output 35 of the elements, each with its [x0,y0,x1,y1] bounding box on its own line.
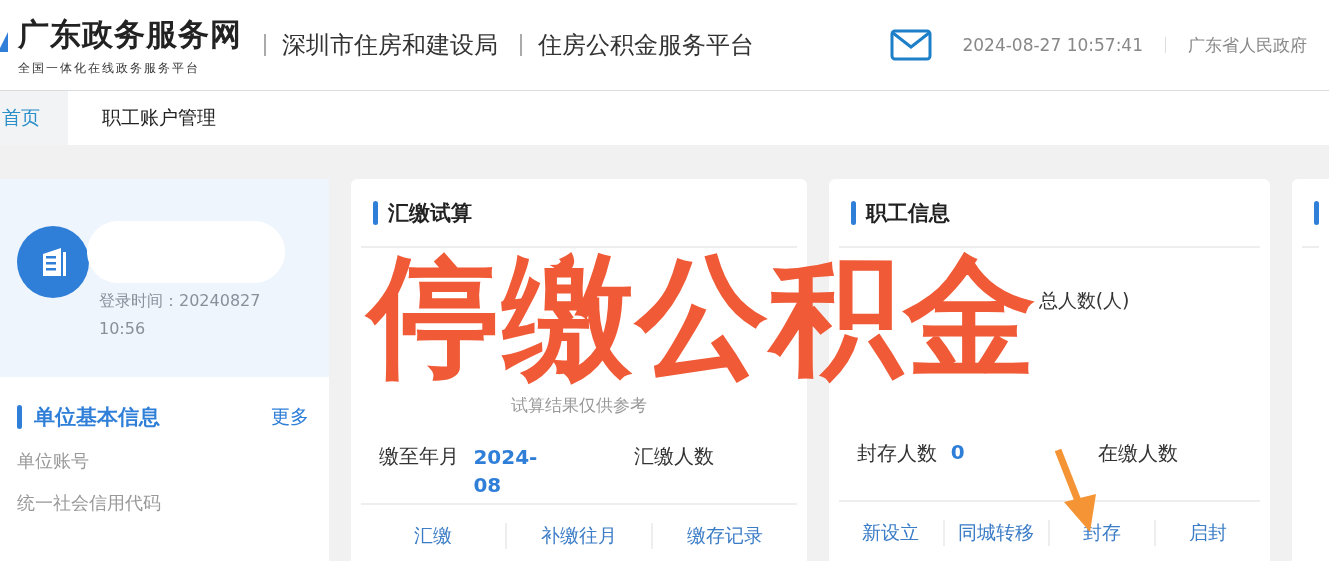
logo-icon [0,31,8,52]
card-title: 职工信息 [865,199,950,227]
action-link[interactable]: 补缴往月 [505,523,651,549]
count-label: 汇缴人数 [634,443,715,470]
field-label: 统一社会信用代码 [17,491,162,515]
action-link[interactable]: 新设立 [838,520,943,546]
disclaimer-text: 试算结果仅供参考 [510,394,649,417]
platform-name: 住房公积金服务平台 [538,30,754,61]
action-link[interactable]: 启封 [1154,520,1260,546]
title-bar [17,405,22,429]
site-title: 广东政务服务网 [18,14,242,54]
nav-tab[interactable]: 首页 [0,91,68,145]
title-bar [373,200,379,225]
sealed-label: 封存人数 [856,440,937,467]
title-bar [1314,200,1319,225]
mail-icon[interactable] [890,29,933,61]
agency-name: 深圳市住房和建设局 [282,30,498,61]
more-link[interactable]: 更多 [271,404,310,430]
sealed-count: 0 [950,440,965,464]
date-time: 2024-08-27 10:57:41 [962,35,1143,55]
active-label: 在缴人数 [1097,440,1178,467]
site-subtitle: 全国一体化在线政务服务平台 [18,59,201,77]
action-link[interactable]: 汇缴 [361,523,506,549]
nav-tab[interactable]: 职工账户管理 [68,91,250,145]
paid-to-label: 缴至年月 [379,443,460,470]
field-label: 单位账号 [17,449,90,473]
paid-to-value: 2024-08 [473,444,539,499]
government-link[interactable]: 广东省人民政府 [1188,33,1307,57]
card-title: 汇缴试算 [388,199,473,227]
total-label: 总人数(人) [1038,289,1130,311]
title-bar [850,200,856,225]
login-time: 登录时间：20240827 10:56 [99,290,262,340]
action-link[interactable]: 同城转移 [942,520,1049,546]
action-link[interactable]: 缴存记录 [650,523,797,549]
section-title: 单位基本信息 [34,404,160,431]
